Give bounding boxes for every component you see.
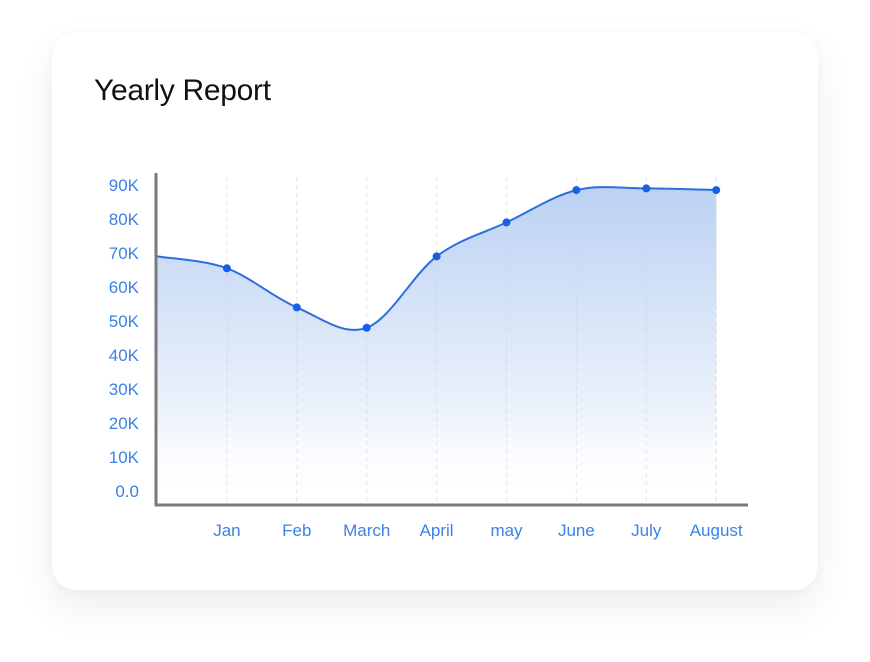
y-tick-label: 40K (109, 346, 140, 365)
x-tick-label-march: March (343, 521, 390, 540)
data-point-april[interactable] (432, 252, 441, 261)
x-axis-tick-labels: Jan Feb March April may June July August (213, 521, 743, 540)
y-tick-label: 20K (109, 414, 140, 433)
y-tick-label: 10K (109, 448, 140, 467)
data-point-august[interactable] (712, 186, 721, 195)
data-point-feb[interactable] (292, 303, 301, 312)
data-point-may[interactable] (502, 218, 511, 227)
x-tick-label-april: April (420, 521, 454, 540)
y-tick-label: 30K (109, 380, 140, 399)
data-point-july[interactable] (642, 184, 651, 193)
data-point-jan[interactable] (222, 264, 231, 273)
x-tick-label-jan: Jan (213, 521, 240, 540)
data-point-march[interactable] (362, 323, 371, 332)
y-axis-tick-labels: 0.0 10K 20K 30K 40K 50K 60K 70K 80K 90K (109, 176, 140, 501)
y-tick-label: 50K (109, 312, 140, 331)
data-point-june[interactable] (572, 186, 581, 195)
y-tick-label: 70K (109, 244, 140, 263)
x-tick-label-feb: Feb (282, 521, 311, 540)
x-tick-label-may: may (490, 521, 523, 540)
x-tick-label-july: July (631, 521, 662, 540)
x-tick-label-june: June (558, 521, 595, 540)
y-tick-label: 0.0 (115, 482, 139, 501)
y-tick-label: 60K (109, 278, 140, 297)
x-tick-label-august: August (690, 521, 743, 540)
y-tick-label: 90K (109, 176, 140, 195)
yearly-report-chart: 0.0 10K 20K 30K 40K 50K 60K 70K 80K 90K Jan Feb Mar… (109, 173, 748, 540)
y-tick-label: 80K (109, 210, 140, 229)
